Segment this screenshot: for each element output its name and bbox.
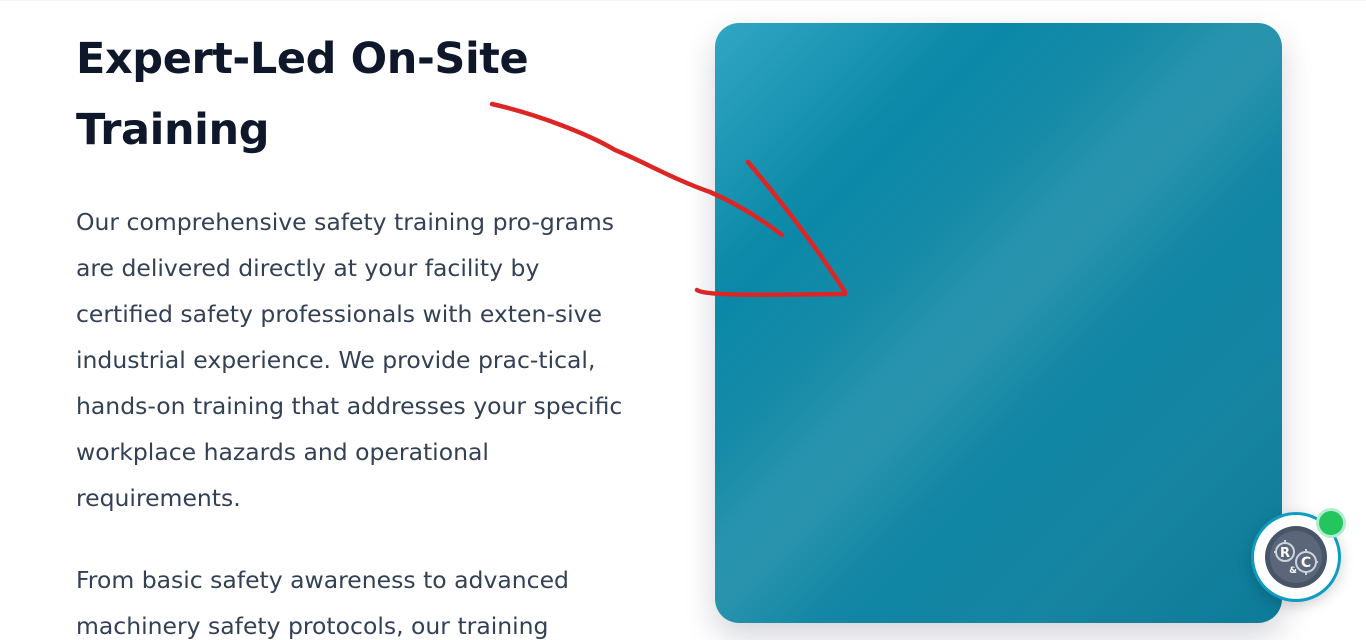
logo-letter-r: R [1280,546,1290,561]
logo-letter-amp: & [1289,566,1297,576]
training-image-placeholder [715,23,1282,623]
content-column: Expert-Led On-Site Training Our comprehe… [76,24,636,640]
section-heading: Expert-Led On-Site Training [76,34,529,155]
image-sheen [715,23,1282,623]
logo-letter-c: C [1301,555,1311,571]
company-logo-icon: R & C [1265,526,1327,588]
second-paragraph: From basic safety awareness to advanced … [76,566,569,640]
top-divider [0,0,1366,1]
online-status-indicator [1316,508,1346,538]
intro-paragraph: Our comprehensive safety training pro-gr… [76,208,623,512]
